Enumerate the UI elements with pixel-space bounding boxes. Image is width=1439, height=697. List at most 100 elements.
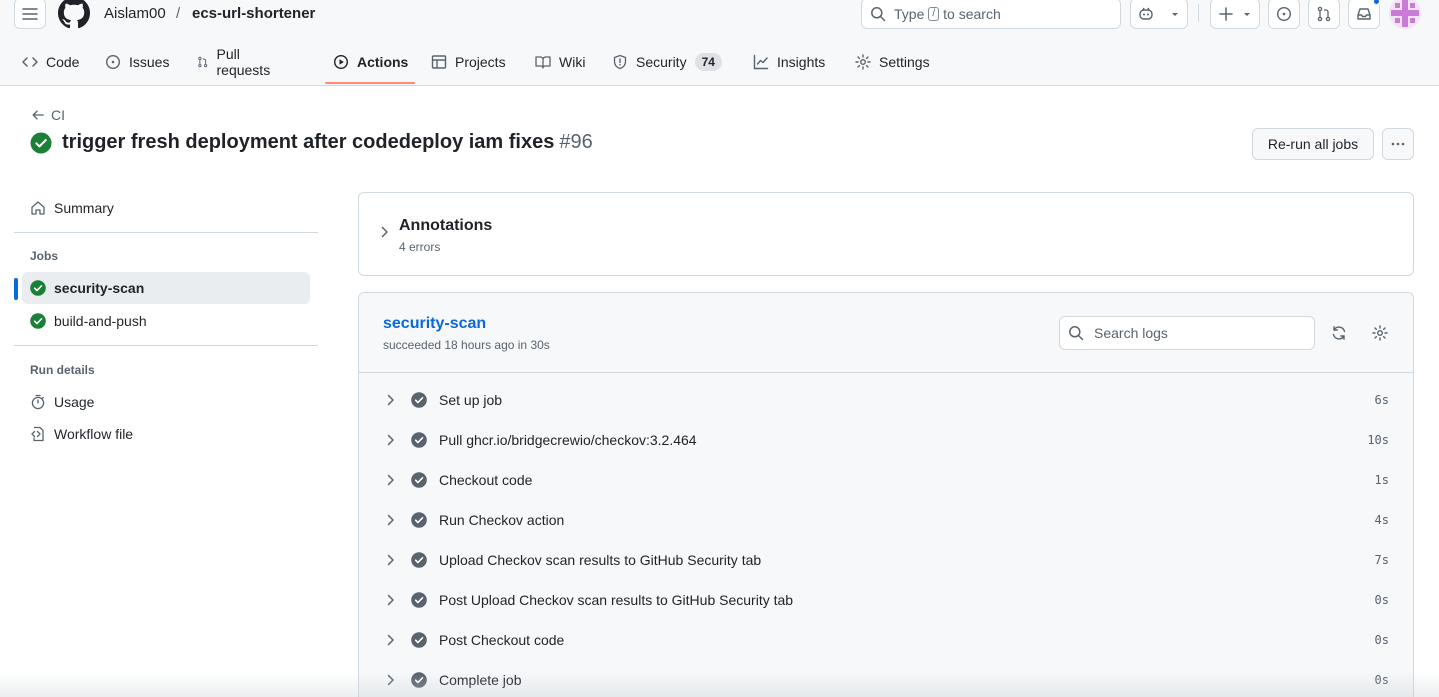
tab-label: Security (636, 54, 687, 70)
selected-job-indicator (14, 278, 18, 300)
job-step-duration: 1s (1374, 473, 1389, 487)
job-log-panel: security-scan succeeded 18 hours ago in … (358, 292, 1414, 697)
open-menu-button[interactable] (14, 0, 46, 29)
job-step-duration: 7s (1374, 553, 1389, 567)
job-step-name: Post Checkout code (439, 632, 565, 648)
sidebar-item-workflow-file[interactable]: Workflow file (22, 418, 310, 450)
check-circle-fill-icon (411, 512, 427, 528)
job-step-row[interactable]: Pull ghcr.io/bridgecrewio/checkov:3.2.46… (359, 420, 1413, 460)
job-step-name: Set up job (439, 392, 503, 408)
job-step-duration: 0s (1374, 593, 1389, 607)
chevron-right-icon (387, 674, 394, 686)
job-step-duration: 6s (1374, 393, 1389, 407)
search-prefix: Type (894, 5, 925, 22)
pull-request-icon (1317, 6, 1331, 21)
job-step-row[interactable]: Complete job 0s (359, 660, 1413, 697)
search-shortcut-key: / (928, 6, 940, 21)
global-search-input[interactable]: Type / to search (861, 0, 1121, 29)
sidebar-job-label: build-and-push (54, 313, 147, 329)
file-code-icon (31, 426, 44, 442)
tab-actions[interactable]: Actions (333, 45, 408, 79)
job-step-name: Complete job (439, 672, 522, 688)
chevron-right-icon (387, 594, 394, 606)
breadcrumb-owner[interactable]: Aislam00 (104, 5, 166, 23)
job-step-row[interactable]: Post Upload Checkov scan results to GitH… (359, 580, 1413, 620)
back-to-workflow-link[interactable]: CI (31, 107, 65, 123)
active-tab-underline (325, 82, 415, 84)
log-settings-button[interactable] (1369, 322, 1391, 344)
home-icon (31, 201, 45, 215)
job-step-name: Checkout code (439, 472, 533, 488)
job-step-duration: 10s (1367, 433, 1389, 447)
tab-projects[interactable]: Projects (431, 45, 506, 79)
sidebar-item-usage[interactable]: Usage (22, 386, 310, 418)
more-options-button[interactable] (1382, 128, 1414, 160)
job-step-row[interactable]: Run Checkov action 4s (359, 500, 1413, 540)
tab-issues[interactable]: Issues (105, 45, 169, 79)
sidebar-job-security-scan[interactable]: security-scan (22, 272, 310, 304)
shield-icon (613, 54, 627, 70)
breadcrumb-separator: / (176, 5, 181, 22)
chevron-right-icon (387, 514, 394, 526)
code-icon (22, 57, 38, 67)
tab-label: Settings (879, 54, 930, 70)
sidebar-item-summary[interactable]: Summary (22, 192, 310, 224)
copilot-icon (1139, 7, 1153, 20)
tab-settings[interactable]: Settings (855, 45, 930, 79)
sidebar-item-label: Workflow file (54, 426, 134, 442)
tab-pull-requests[interactable]: Pull requests (197, 45, 275, 79)
search-logs-input[interactable]: Search logs (1059, 316, 1315, 350)
sidebar-divider (14, 232, 318, 233)
job-step-duration: 0s (1374, 633, 1389, 647)
your-issues-button[interactable] (1268, 0, 1300, 29)
job-step-row[interactable]: Post Checkout code 0s (359, 620, 1413, 660)
sidebar-item-label: Usage (54, 394, 95, 410)
tab-insights[interactable]: Insights (753, 45, 825, 79)
jobs-heading: Jobs (30, 249, 59, 263)
user-avatar[interactable] (1389, 0, 1421, 29)
annotations-subtitle: 4 errors (399, 240, 441, 254)
security-alert-count: 74 (694, 53, 722, 71)
inbox-icon (1357, 7, 1371, 20)
gear-icon (855, 54, 871, 70)
sidebar-job-label: security-scan (54, 280, 145, 296)
job-step-row[interactable]: Upload Checkov scan results to GitHub Se… (359, 540, 1413, 580)
job-status-meta: succeeded 18 hours ago in 30s (383, 338, 550, 352)
create-new-button[interactable] (1210, 0, 1260, 29)
tab-code[interactable]: Code (22, 45, 79, 79)
sidebar-job-build-and-push[interactable]: build-and-push (22, 305, 310, 337)
sync-icon (1332, 326, 1346, 340)
run-number: #96 (559, 131, 593, 153)
chevron-down-icon (1172, 12, 1178, 16)
job-step-row[interactable]: Set up job 6s (359, 380, 1413, 420)
issue-icon (105, 54, 121, 70)
issue-icon (1276, 6, 1292, 21)
book-icon (535, 56, 551, 69)
copilot-button[interactable] (1130, 0, 1188, 29)
tab-label: Projects (455, 54, 506, 70)
annotations-title: Annotations (399, 217, 493, 234)
pull-request-icon (198, 56, 208, 68)
check-circle-fill-icon (411, 392, 427, 408)
tab-security[interactable]: Security 74 (612, 45, 722, 79)
header-divider (1198, 4, 1199, 22)
run-details-heading: Run details (30, 363, 95, 377)
rerun-all-jobs-button[interactable]: Re-run all jobs (1252, 128, 1374, 160)
check-circle-fill-icon (411, 472, 427, 488)
job-step-row[interactable]: Checkout code 1s (359, 460, 1413, 500)
your-pull-requests-button[interactable] (1308, 0, 1340, 29)
job-step-duration: 4s (1374, 513, 1389, 527)
play-icon (333, 54, 349, 70)
arrow-left-icon (32, 110, 44, 120)
annotations-panel[interactable]: Annotations 4 errors (358, 192, 1414, 276)
tab-label: Issues (129, 54, 170, 70)
tab-wiki[interactable]: Wiki (535, 45, 585, 79)
check-circle-fill-icon (30, 132, 52, 153)
refresh-logs-button[interactable] (1328, 322, 1350, 344)
back-link-label: CI (51, 107, 65, 123)
breadcrumb-repo[interactable]: ecs-url-shortener (192, 5, 315, 23)
hamburger-icon (22, 7, 38, 20)
github-logo-icon[interactable] (58, 0, 90, 29)
tab-label: Pull requests (216, 46, 271, 78)
job-name-link[interactable]: security-scan (383, 315, 486, 333)
